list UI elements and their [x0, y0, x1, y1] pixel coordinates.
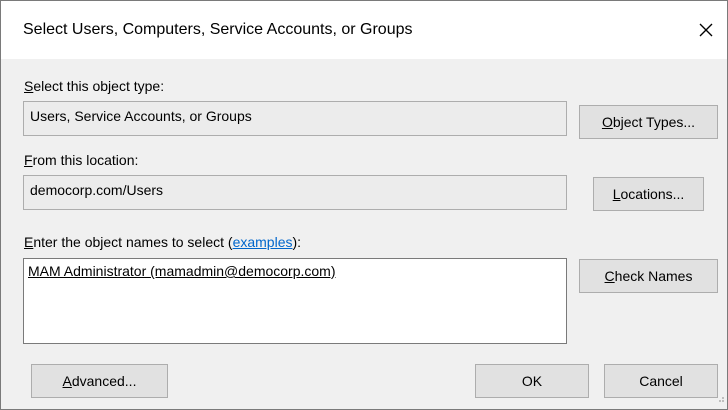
- object-type-field: Users, Service Accounts, or Groups: [23, 101, 567, 136]
- ok-button[interactable]: OK: [475, 364, 589, 398]
- object-names-input[interactable]: MAM Administrator (mamadmin@democorp.com…: [23, 258, 567, 344]
- object-types-button[interactable]: Object Types...: [579, 105, 718, 139]
- object-type-label: Select this object type:: [24, 78, 165, 94]
- examples-link[interactable]: examples: [233, 234, 293, 250]
- dialog-title: Select Users, Computers, Service Account…: [23, 21, 413, 38]
- locations-button[interactable]: Locations...: [593, 177, 704, 211]
- object-names-label: Enter the object names to select (exampl…: [24, 234, 302, 250]
- location-field: democorp.com/Users: [23, 175, 567, 210]
- close-icon[interactable]: [691, 15, 721, 45]
- resize-grip-icon[interactable]: [715, 390, 725, 407]
- location-label: From this location:: [24, 152, 139, 168]
- resolved-name: MAM Administrator (mamadmin@democorp.com…: [28, 263, 336, 279]
- check-names-button[interactable]: Check Names: [579, 259, 718, 293]
- title-bar: Select Users, Computers, Service Account…: [1, 1, 727, 59]
- advanced-button[interactable]: Advanced...: [31, 364, 168, 398]
- select-users-dialog: Select Users, Computers, Service Account…: [0, 0, 728, 410]
- cancel-button[interactable]: Cancel: [604, 364, 718, 398]
